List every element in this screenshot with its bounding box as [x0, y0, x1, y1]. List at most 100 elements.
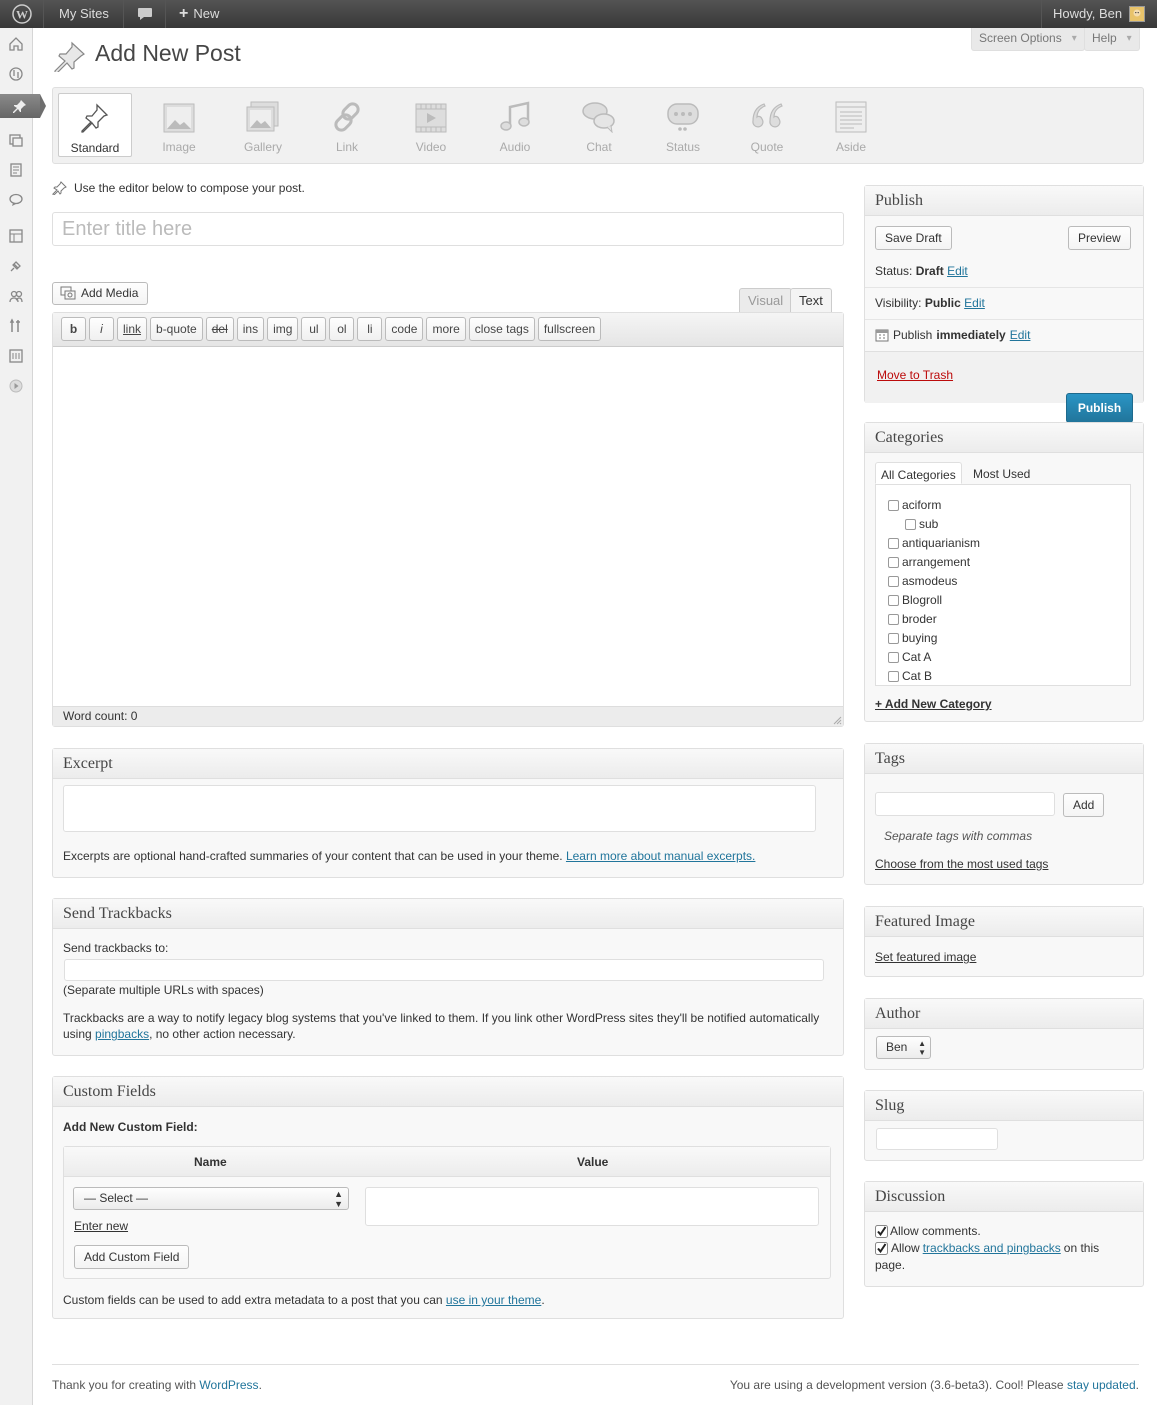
trackbacks-pingbacks-link[interactable]: trackbacks and pingbacks: [923, 1241, 1061, 1255]
comments-icon[interactable]: [124, 0, 166, 28]
media-icon[interactable]: [0, 128, 32, 152]
wordpress-link[interactable]: WordPress: [199, 1378, 258, 1392]
posts-pushpin-icon[interactable]: [0, 94, 46, 118]
help-button[interactable]: Help: [1084, 28, 1140, 51]
new-tag-input[interactable]: [875, 792, 1055, 816]
category-item[interactable]: antiquarianism: [888, 536, 980, 550]
appearance-icon[interactable]: [0, 224, 32, 248]
tab-most-used[interactable]: Most Used: [973, 467, 1030, 481]
pages-icon[interactable]: [0, 158, 32, 182]
format-video[interactable]: Video: [394, 93, 468, 157]
format-audio[interactable]: Audio: [478, 93, 552, 157]
wordpress-logo-icon[interactable]: W: [0, 0, 44, 28]
category-item[interactable]: broder: [888, 612, 937, 626]
status-edit-link[interactable]: Edit: [947, 264, 968, 278]
add-tag-button[interactable]: Add: [1063, 793, 1105, 817]
qt-italic-button[interactable]: i: [89, 317, 114, 341]
plugins-icon[interactable]: [0, 254, 32, 278]
category-item[interactable]: Cat B: [888, 669, 932, 683]
trackbacks-input[interactable]: [64, 959, 824, 981]
visibility-edit-link[interactable]: Edit: [964, 296, 985, 310]
category-item[interactable]: sub: [905, 517, 938, 531]
qt-more-button[interactable]: more: [426, 317, 466, 341]
settings-icon[interactable]: [0, 344, 32, 368]
format-link[interactable]: Link: [310, 93, 384, 157]
category-item[interactable]: asmodeus: [888, 574, 957, 588]
excerpt-learn-more-link[interactable]: Learn more about manual excerpts.: [566, 849, 755, 863]
format-standard[interactable]: Standard: [58, 93, 132, 157]
category-item[interactable]: Cat A: [888, 650, 931, 664]
schedule-edit-link[interactable]: Edit: [1010, 328, 1031, 342]
qt-li-button[interactable]: li: [357, 317, 383, 341]
save-draft-button[interactable]: Save Draft: [875, 226, 952, 250]
qt-img-button[interactable]: img: [267, 317, 299, 341]
category-item[interactable]: buying: [888, 631, 937, 645]
format-status[interactable]: Status: [646, 93, 720, 157]
excerpt-textarea[interactable]: [63, 785, 816, 832]
use-in-theme-link[interactable]: use in your theme: [446, 1293, 541, 1307]
qt-code-button[interactable]: code: [385, 317, 424, 341]
enter-new-link[interactable]: Enter new: [74, 1219, 128, 1233]
format-image[interactable]: Image: [142, 93, 216, 157]
category-checkbox[interactable]: [888, 670, 899, 682]
new-content-menu[interactable]: + New: [166, 0, 236, 28]
choose-most-used-tags-link[interactable]: Choose from the most used tags: [875, 857, 1048, 871]
jetpack-icon[interactable]: [0, 62, 32, 86]
qt-ins-button[interactable]: ins: [236, 317, 265, 341]
stay-updated-link[interactable]: stay updated: [1067, 1378, 1136, 1392]
category-checkbox[interactable]: [888, 556, 899, 568]
allow-pings-checkbox[interactable]: [875, 1241, 888, 1255]
qt-link-button[interactable]: link: [117, 317, 148, 341]
category-item[interactable]: Blogroll: [888, 593, 942, 607]
category-item[interactable]: aciform: [888, 498, 941, 512]
resize-handle-icon[interactable]: [832, 715, 842, 725]
qt-fullscreen-button[interactable]: fullscreen: [537, 317, 602, 341]
format-quote[interactable]: Quote: [730, 93, 804, 157]
add-custom-field-button[interactable]: Add Custom Field: [74, 1245, 190, 1269]
my-account-menu[interactable]: Howdy, Ben: [1041, 0, 1157, 28]
tab-visual[interactable]: Visual: [739, 288, 793, 312]
qt-close-tags-button[interactable]: close tags: [468, 317, 535, 341]
allow-comments-checkbox[interactable]: [875, 1224, 888, 1238]
qt-bold-button[interactable]: b: [61, 317, 86, 341]
category-checkbox[interactable]: [888, 651, 899, 663]
qt-ol-button[interactable]: ol: [329, 317, 355, 341]
format-chat[interactable]: Chat: [562, 93, 636, 157]
format-aside[interactable]: Aside: [814, 93, 888, 157]
format-gallery[interactable]: Gallery: [226, 93, 300, 157]
screen-options-button[interactable]: Screen Options: [971, 28, 1085, 51]
category-checkbox[interactable]: [888, 537, 899, 549]
move-to-trash-link[interactable]: Move to Trash: [877, 368, 953, 382]
comments-menu-icon[interactable]: [0, 188, 32, 212]
qt-ul-button[interactable]: ul: [301, 317, 327, 341]
category-checkbox[interactable]: [888, 499, 899, 511]
pingbacks-link[interactable]: pingbacks: [95, 1027, 149, 1041]
tab-text[interactable]: Text: [790, 288, 832, 313]
preview-button[interactable]: Preview: [1068, 226, 1131, 250]
my-sites-menu[interactable]: My Sites: [44, 0, 124, 28]
slug-input[interactable]: [876, 1128, 998, 1150]
category-checkbox[interactable]: [888, 575, 899, 587]
category-item[interactable]: arrangement: [888, 555, 970, 569]
users-icon[interactable]: [0, 284, 32, 308]
add-media-button[interactable]: Add Media: [52, 282, 149, 305]
category-checkbox[interactable]: [888, 613, 899, 625]
custom-field-value-textarea[interactable]: [365, 1187, 819, 1226]
custom-field-select[interactable]: — Select — ▲ ▼: [73, 1187, 349, 1210]
publish-button[interactable]: Publish: [1066, 393, 1133, 423]
category-checkbox[interactable]: [888, 632, 899, 644]
add-new-category-link[interactable]: + Add New Category: [875, 697, 992, 711]
post-content-textarea[interactable]: [53, 347, 843, 707]
qt-del-button[interactable]: del: [205, 317, 234, 341]
category-checkbox[interactable]: [888, 594, 899, 606]
dashboard-icon[interactable]: [0, 32, 32, 56]
category-checkbox[interactable]: [905, 518, 916, 530]
collapse-menu-icon[interactable]: [0, 374, 32, 398]
author-select[interactable]: Ben ▲ ▼: [876, 1036, 931, 1059]
qt-blockquote-button[interactable]: b-quote: [150, 317, 203, 341]
tab-all-categories[interactable]: All Categories: [875, 462, 962, 484]
post-title-input[interactable]: [52, 212, 844, 246]
custom-fields-title: Custom Fields: [53, 1077, 843, 1107]
set-featured-image-link[interactable]: Set featured image: [875, 950, 976, 964]
tools-icon[interactable]: [0, 314, 32, 338]
